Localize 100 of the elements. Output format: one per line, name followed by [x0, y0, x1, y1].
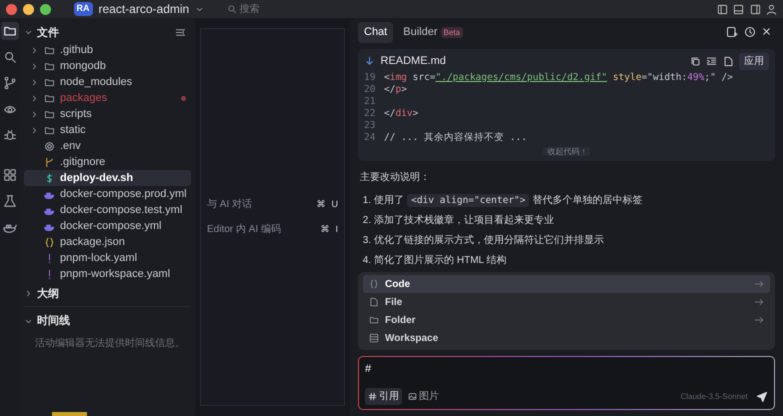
- file-icon[interactable]: [722, 56, 734, 67]
- panel-layout-icon[interactable]: [733, 4, 744, 14]
- download-icon: [364, 56, 375, 67]
- file-tree-item[interactable]: docker-compose.test.yml: [24, 202, 191, 218]
- key-label: ⌘: [320, 224, 330, 234]
- folder-icon: [3, 24, 17, 38]
- shortcut-hint: Editor 内 AI 编码: [207, 222, 281, 237]
- section-title[interactable]: 时间线: [37, 313, 70, 330]
- folder-icon: [44, 124, 55, 136]
- expand-chevron-icon: [24, 289, 33, 298]
- folder-icon: [44, 76, 55, 88]
- list-number: 1.: [362, 194, 372, 208]
- file-tree-item[interactable]: static: [24, 122, 191, 138]
- line-number: 20: [364, 82, 376, 94]
- bug-icon: [3, 128, 17, 142]
- chat-input[interactable]: # 引用 图片 Claude-3.5-Sonnet: [358, 356, 775, 410]
- send-icon[interactable]: [756, 390, 768, 402]
- sidebar-layout-icon[interactable]: [750, 4, 760, 14]
- copy-icon[interactable]: [690, 56, 700, 67]
- braces-icon: [369, 279, 379, 289]
- file-tree-item[interactable]: .env: [24, 138, 191, 154]
- branch-icon: [44, 156, 55, 168]
- apply-button[interactable]: 应用: [739, 53, 769, 70]
- close-icon[interactable]: [761, 26, 772, 38]
- line-number: 22: [364, 106, 376, 118]
- context-menu-item[interactable]: Folder: [363, 311, 770, 329]
- list-number: 4.: [362, 254, 372, 268]
- message-text: 主要改动说明：: [360, 170, 431, 185]
- project-badge: RA: [74, 2, 92, 16]
- input-tool-button[interactable]: 图片: [404, 388, 442, 405]
- file-tree-item[interactable]: docker-compose.yml: [24, 218, 191, 234]
- line-number: 23: [364, 118, 376, 130]
- list-item-text: 简化了图片展示的 HTML 结构: [374, 254, 507, 268]
- input-tool-button[interactable]: 引用: [365, 388, 402, 405]
- search-icon[interactable]: [226, 4, 237, 14]
- tab[interactable]: Chat: [358, 22, 394, 42]
- collapse-code-button[interactable]: 收起代码 ↑: [543, 146, 590, 156]
- modified-dot: [180, 96, 186, 100]
- image-icon: [408, 392, 417, 401]
- zoom-window-icon[interactable]: [40, 4, 51, 14]
- context-menu-item[interactable]: Code: [363, 275, 770, 293]
- file-tree-item[interactable]: docker-compose.prod.yml: [24, 186, 191, 202]
- list-item-text: 使用了 <div align="center"> 替代多个单独的居中标签: [374, 192, 642, 208]
- folder-icon: [44, 108, 55, 120]
- arrow-right-icon: [754, 296, 764, 307]
- hash-icon: [368, 392, 377, 401]
- file-tree-item[interactable]: .github: [24, 42, 191, 58]
- gear-icon: [44, 140, 55, 152]
- file-tree-item[interactable]: package.json: [24, 234, 191, 250]
- file-tree-item[interactable]: node_modules: [24, 74, 191, 90]
- code-line: // ... 其余内容保持不变 ...: [384, 130, 527, 142]
- code-line: <img src="./packages/cms/public/d2.gif" style="width:49%;" />: [384, 70, 733, 82]
- status-bar-highlight: [52, 412, 87, 416]
- close-window-icon[interactable]: [6, 4, 17, 14]
- context-menu-item[interactable]: Workspace: [363, 329, 770, 347]
- branch-icon: [3, 76, 17, 90]
- folder-icon: [44, 92, 55, 104]
- list-item-text: 添加了技术栈徽章，让项目看起来更专业: [374, 214, 554, 228]
- tab[interactable]: Builder Beta: [397, 22, 469, 42]
- file-icon: [369, 297, 379, 307]
- folder-icon: [369, 315, 379, 325]
- activity-button[interactable]: [1, 192, 19, 210]
- new-chat-icon[interactable]: [726, 26, 738, 38]
- braces-icon: [44, 236, 55, 248]
- arrow-right-icon: [754, 278, 764, 289]
- arrow-right-icon: [754, 314, 764, 325]
- key-label: I: [335, 224, 338, 234]
- folder-icon: [44, 60, 55, 72]
- activity-button[interactable]: [1, 22, 19, 40]
- project-name[interactable]: react-arco-admin: [98, 0, 190, 18]
- section-title[interactable]: 大纲: [37, 286, 59, 302]
- file-name: README.md: [380, 54, 446, 70]
- line-number: 21: [364, 94, 376, 106]
- context-menu-item[interactable]: File: [363, 293, 770, 311]
- list-item-text: 优化了链接的展示方式，使用分隔符让它们并排显示: [374, 234, 604, 248]
- section-title[interactable]: 文件: [37, 24, 59, 42]
- history-icon[interactable]: [744, 26, 756, 38]
- file-tree-item[interactable]: deploy-dev.sh: [24, 170, 191, 186]
- file-tree-item[interactable]: scripts: [24, 106, 191, 122]
- file-tree-item[interactable]: mongodb: [24, 58, 191, 74]
- dollar-icon: [44, 172, 55, 184]
- flask-icon: [3, 194, 17, 208]
- insert-icon[interactable]: [706, 56, 717, 67]
- code-line: </p>: [384, 82, 407, 94]
- file-tree-item[interactable]: pnpm-workspace.yaml: [24, 266, 191, 282]
- activity-button[interactable]: [1, 166, 19, 184]
- file-tree-item[interactable]: .gitignore: [24, 154, 191, 170]
- line-number: 24: [364, 130, 376, 142]
- key-label: ⌘: [316, 199, 326, 209]
- file-tree-item[interactable]: pnpm-lock.yaml: [24, 250, 191, 266]
- collapse-all-icon: [174, 27, 186, 38]
- minimize-window-icon[interactable]: [23, 4, 34, 14]
- code-line: </div>: [384, 106, 418, 118]
- account-icon[interactable]: [766, 4, 777, 14]
- shortcut-hint: 与 AI 对话: [207, 198, 252, 212]
- empty-timeline-message: 活动编辑器无法提供时间线信息。: [35, 336, 186, 351]
- sidebar-layout-icon[interactable]: [716, 4, 728, 14]
- line-number: 19: [364, 70, 376, 82]
- list-number: 3.: [362, 234, 372, 248]
- search-icon: [3, 50, 17, 64]
